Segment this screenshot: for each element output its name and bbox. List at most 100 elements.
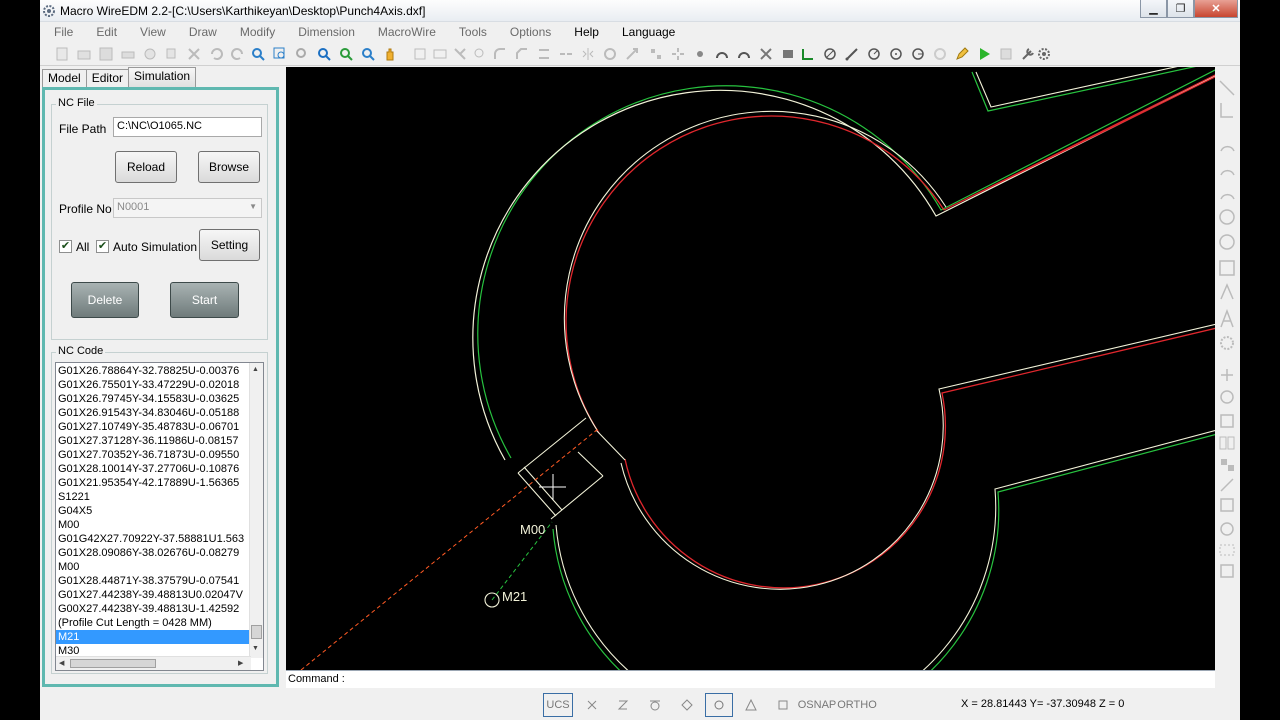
menu-tools[interactable]: Tools (459, 25, 487, 39)
profile-no-select[interactable]: N0001 ▼ (113, 198, 262, 218)
offset-icon[interactable] (536, 46, 552, 62)
delete-button[interactable]: Delete (71, 282, 139, 318)
extend-icon[interactable] (472, 46, 488, 62)
osnap-toggle[interactable]: OSNAP (798, 693, 837, 717)
menu-dimension[interactable]: Dimension (298, 25, 355, 39)
copy-icon[interactable] (164, 46, 180, 62)
wire-path-icon[interactable] (800, 46, 816, 62)
ortho-toggle[interactable]: ORTHO (837, 693, 877, 717)
menu-help[interactable]: Help (574, 25, 599, 39)
tab-model[interactable]: Model (42, 69, 87, 87)
cut-icon[interactable] (186, 46, 202, 62)
command-line[interactable]: Command : (286, 670, 1215, 688)
rotate-icon[interactable] (602, 46, 618, 62)
clear-icon[interactable] (142, 46, 158, 62)
all-checkbox[interactable]: ✔ (59, 240, 72, 253)
drawing-canvas[interactable]: M21 M00 (286, 67, 1215, 670)
nc-code-line[interactable]: G01X26.91543Y-34.83046U-0.05188 (56, 406, 251, 420)
circle-angle-icon[interactable] (866, 46, 882, 62)
measure-icon[interactable] (432, 46, 448, 62)
nc-code-line[interactable]: M00 (56, 518, 251, 532)
horizontal-scroll-thumb[interactable] (70, 659, 156, 668)
zoom-realtime-icon[interactable] (360, 46, 376, 62)
open-icon[interactable] (76, 46, 92, 62)
export-icon[interactable] (998, 46, 1014, 62)
mirror-icon[interactable] (580, 46, 596, 62)
line-tool-icon[interactable] (844, 46, 860, 62)
ucs-button[interactable]: UCS (543, 693, 573, 717)
scroll-right-arrow-icon[interactable]: ▶ (238, 659, 243, 667)
nc-code-line[interactable]: G01X26.75501Y-33.47229U-0.02018 (56, 378, 251, 392)
nc-code-line[interactable]: G04X5 (56, 504, 251, 518)
nc-code-list[interactable]: G01X26.78864Y-32.78825U-0.00376 G01X26.75… (55, 362, 264, 671)
nc-code-line[interactable]: G01X27.37128Y-36.11986U-0.08157 (56, 434, 251, 448)
trim-icon[interactable] (452, 46, 468, 62)
tab-editor[interactable]: Editor (85, 69, 130, 87)
vertical-scroll-thumb[interactable] (251, 625, 262, 639)
arc-tool-icon[interactable] (714, 46, 730, 62)
save-icon[interactable] (98, 46, 114, 62)
setting-button[interactable]: Setting (199, 229, 260, 261)
nc-code-line[interactable]: G00X27.44238Y-39.48813U-1.42592 (56, 602, 251, 616)
nc-code-line[interactable]: G01X28.10014Y-37.27706U-0.10876 (56, 462, 251, 476)
file-path-input[interactable]: C:\NC\O1065.NC (113, 117, 262, 137)
tab-simulation[interactable]: Simulation (128, 67, 197, 87)
menu-modify[interactable]: Modify (240, 25, 275, 39)
nc-code-line[interactable]: G01X26.78864Y-32.78825U-0.00376 (56, 364, 251, 378)
scroll-down-arrow-icon[interactable]: ▼ (252, 645, 259, 652)
close-button[interactable]: ✕ (1194, 0, 1238, 18)
nc-code-line[interactable]: G01X26.79745Y-34.15583U-0.03625 (56, 392, 251, 406)
horizontal-scrollbar[interactable]: ◀ ▶ (56, 656, 251, 670)
menu-edit[interactable]: Edit (96, 25, 117, 39)
zoom-extents-icon[interactable] (250, 46, 266, 62)
vertical-scrollbar[interactable]: ▲ ▼ (249, 363, 263, 658)
pan-hand-icon[interactable] (382, 46, 398, 62)
menu-macrowire[interactable]: MacroWire (378, 25, 436, 39)
zoom-window-icon[interactable] (272, 46, 288, 62)
run-simulation-icon[interactable] (976, 46, 992, 62)
menu-options[interactable]: Options (510, 25, 551, 39)
nc-code-line[interactable]: G01X27.70352Y-36.71873U-0.09550 (56, 448, 251, 462)
auto-simulation-checkbox[interactable]: ✔ (96, 240, 109, 253)
menu-language[interactable]: Language (622, 25, 675, 39)
snap-node-icon[interactable] (769, 693, 797, 717)
minimize-button[interactable]: ▁ (1140, 0, 1167, 18)
arc-3point-icon[interactable] (736, 46, 752, 62)
nc-code-line[interactable]: G01G42X27.70922Y-37.58881U1.563 (56, 532, 251, 546)
break-icon[interactable] (558, 46, 574, 62)
reload-button[interactable]: Reload (115, 151, 177, 183)
nc-code-line[interactable]: (Profile Cut Length = 0428 MM) (56, 616, 251, 630)
snap-intersection-icon[interactable] (737, 693, 765, 717)
array-icon[interactable] (648, 46, 664, 62)
scroll-up-arrow-icon[interactable]: ▲ (252, 366, 259, 373)
nc-code-line[interactable]: G01X28.44871Y-38.37579U-0.07541 (56, 574, 251, 588)
snap-endpoint-icon[interactable] (578, 693, 606, 717)
nc-code-line[interactable]: G01X27.10749Y-35.48783U-0.06701 (56, 420, 251, 434)
explode-icon[interactable] (670, 46, 686, 62)
nc-code-line[interactable]: G01X21.95354Y-42.17889U-1.56365 (56, 476, 251, 490)
nc-code-line[interactable]: S1221 (56, 490, 251, 504)
nc-code-line[interactable]: M21 (56, 630, 251, 644)
browse-button[interactable]: Browse (198, 151, 260, 183)
circle-center-icon[interactable] (888, 46, 904, 62)
snap-midpoint-icon[interactable] (609, 693, 637, 717)
new-icon[interactable] (54, 46, 70, 62)
zoom-in-icon[interactable] (294, 46, 310, 62)
scissors-icon[interactable] (758, 46, 774, 62)
nc-code-line[interactable]: M00 (56, 560, 251, 574)
menu-file[interactable]: File (54, 25, 73, 39)
point-icon[interactable] (692, 46, 708, 62)
zoom-out-icon[interactable] (316, 46, 332, 62)
tools-wrench-icon[interactable] (1020, 46, 1036, 62)
restore-button[interactable]: ❐ (1167, 0, 1194, 18)
scroll-left-arrow-icon[interactable]: ◀ (59, 659, 64, 667)
scale-icon[interactable] (624, 46, 640, 62)
pencil-icon[interactable] (954, 46, 970, 62)
fillet-icon[interactable] (492, 46, 508, 62)
chamfer-icon[interactable] (514, 46, 530, 62)
nc-code-line[interactable]: G01X27.44238Y-39.48813U0.02047V (56, 588, 251, 602)
print-icon[interactable] (120, 46, 136, 62)
undo-icon[interactable] (208, 46, 224, 62)
start-button[interactable]: Start (170, 282, 239, 318)
redo-icon[interactable] (230, 46, 246, 62)
